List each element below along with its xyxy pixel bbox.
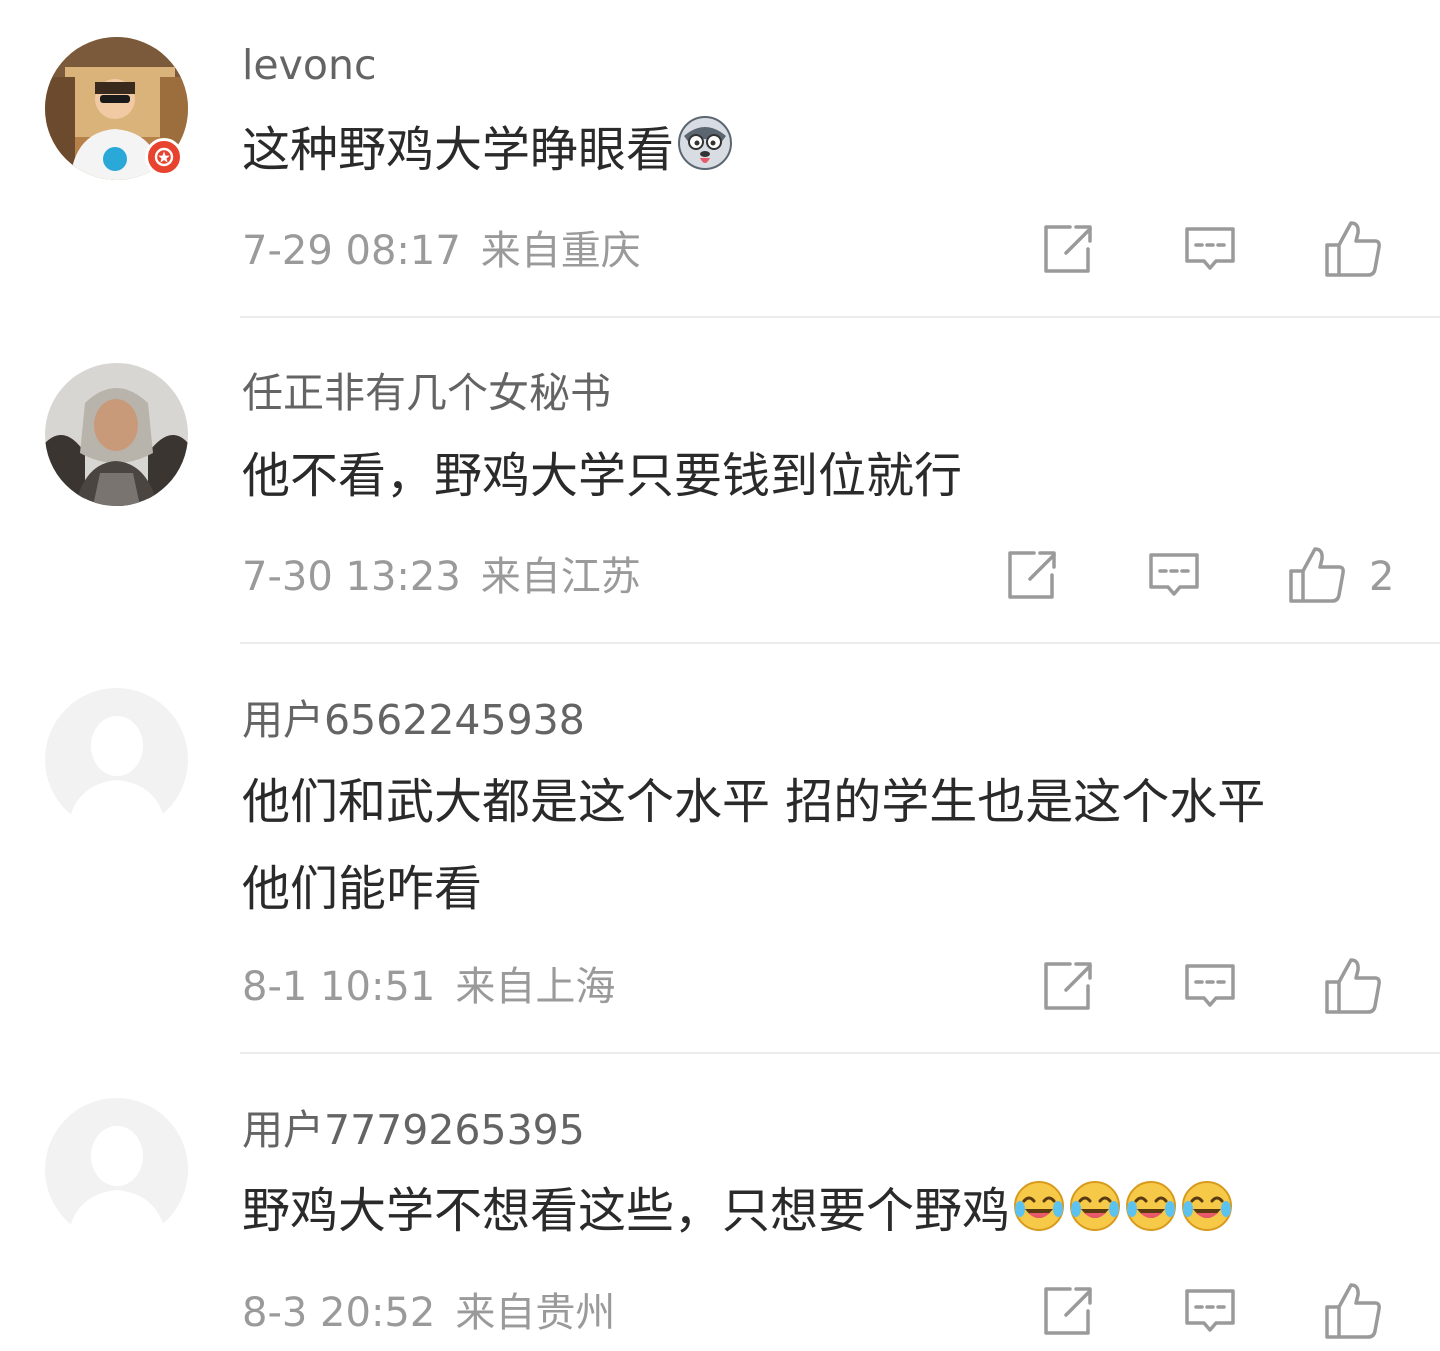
comment-location: 来自重庆 [480,228,641,274]
laugh-cry-emoji-icon [1012,1174,1066,1261]
thumbs-up-icon[interactable] [1323,219,1381,277]
comment-location: 来自上海 [455,964,616,1010]
comment-icon[interactable] [1182,221,1238,277]
comment-text-body: 他不看，野鸡大学只要钱到位就行 [242,448,963,504]
laugh-cry-emoji-icon [1068,1174,1122,1261]
laugh-cry-emoji-icon [1124,1174,1178,1261]
share-icon[interactable] [1040,221,1096,277]
comment-text-body: 他们和武大都是这个水平 招的学生也是这个水平 他们能咋看 [242,774,1266,917]
comment-icon[interactable] [1146,547,1202,603]
thumbs-up-icon[interactable] [1323,1281,1381,1339]
laugh-cry-emoji-icon [1180,1174,1234,1261]
share-icon[interactable] [1040,958,1096,1014]
comment-icon[interactable] [1182,1283,1238,1339]
comment-date: 8-1 10:51 [242,964,436,1010]
username[interactable]: 用户6562245938 [242,700,585,741]
comment-meta: 8-3 20:52 来自贵州 [242,1293,615,1333]
avatar[interactable] [45,363,188,506]
comment-date: 7-30 13:23 [242,554,461,600]
divider [240,1052,1440,1054]
comment-icon[interactable] [1182,958,1238,1014]
comment-meta: 7-29 08:17 来自重庆 [242,231,641,271]
divider [240,316,1440,318]
username[interactable]: 用户7779265395 [242,1110,585,1151]
divider [240,642,1440,644]
thumbs-up-icon[interactable] [1323,956,1381,1014]
comment-meta: 8-1 10:51 来自上海 [242,967,615,1007]
comment-text-body: 这种野鸡大学睁眼看 [242,122,675,178]
like-count: 2 [1369,554,1395,600]
comment-text-body: 野鸡大学不想看这些，只想要个野鸡 [242,1183,1011,1239]
thumbs-up-icon[interactable] [1287,545,1345,603]
username[interactable]: 任正非有几个女秘书 [242,373,611,414]
comment-meta: 7-30 13:23 来自江苏 [242,557,641,597]
emoji-group [1010,1181,1234,1239]
username[interactable]: levonc [242,45,377,86]
verified-badge-icon [145,138,183,176]
comment-date: 8-3 20:52 [242,1290,436,1336]
comment-date: 7-29 08:17 [242,228,461,274]
comment-text: 野鸡大学不想看这些，只想要个野鸡 [242,1168,1402,1261]
default-avatar-icon[interactable] [45,1098,188,1241]
default-avatar-icon[interactable] [45,688,188,831]
share-icon[interactable] [1004,547,1060,603]
comment-text: 这种野鸡大学睁眼看 [242,107,1402,200]
share-icon[interactable] [1040,1283,1096,1339]
comment-text: 他不看，野鸡大学只要钱到位就行 [242,433,1402,520]
husky-emoji-icon [676,113,734,200]
comment-location: 来自江苏 [480,554,641,600]
comment-text: 他们和武大都是这个水平 招的学生也是这个水平 他们能咋看 [242,759,1402,933]
comment-location: 来自贵州 [455,1290,616,1336]
